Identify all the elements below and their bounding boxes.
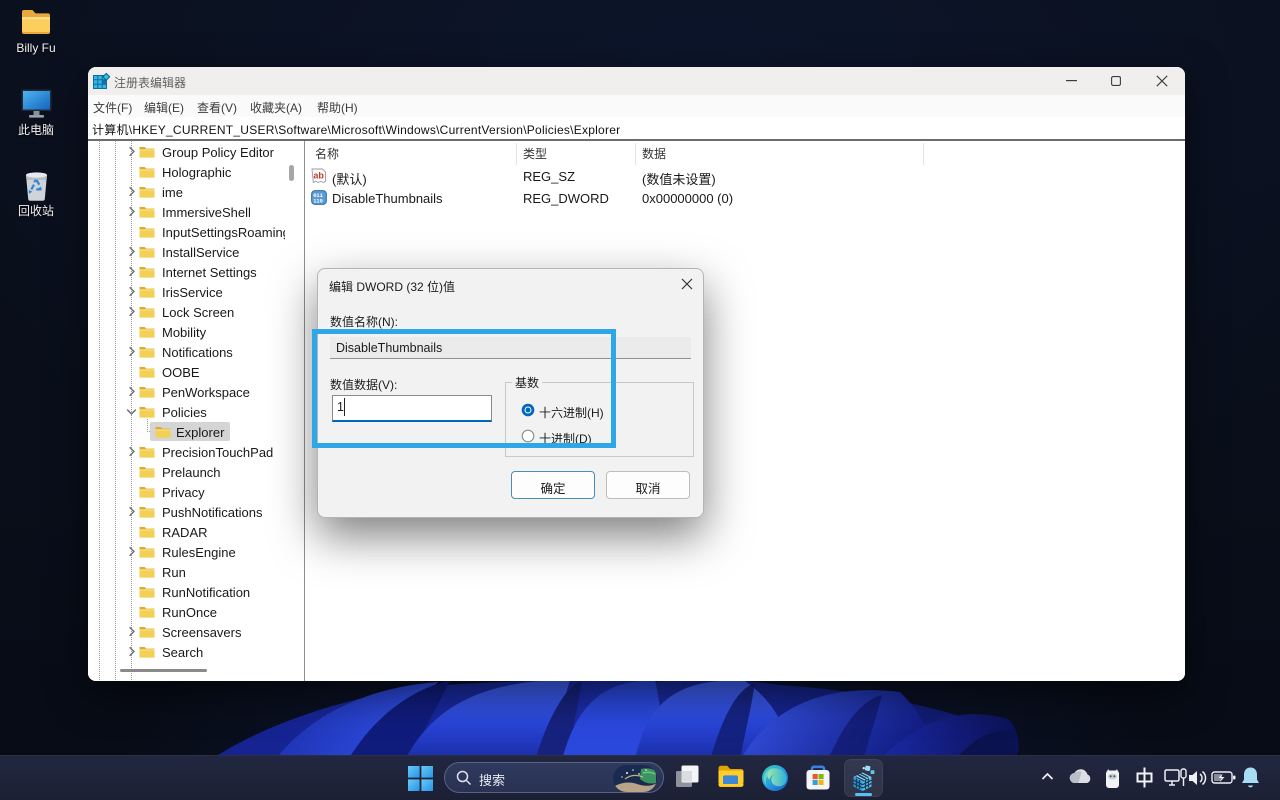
svg-text:ab: ab — [313, 171, 324, 181]
svg-text:110: 110 — [313, 199, 323, 205]
